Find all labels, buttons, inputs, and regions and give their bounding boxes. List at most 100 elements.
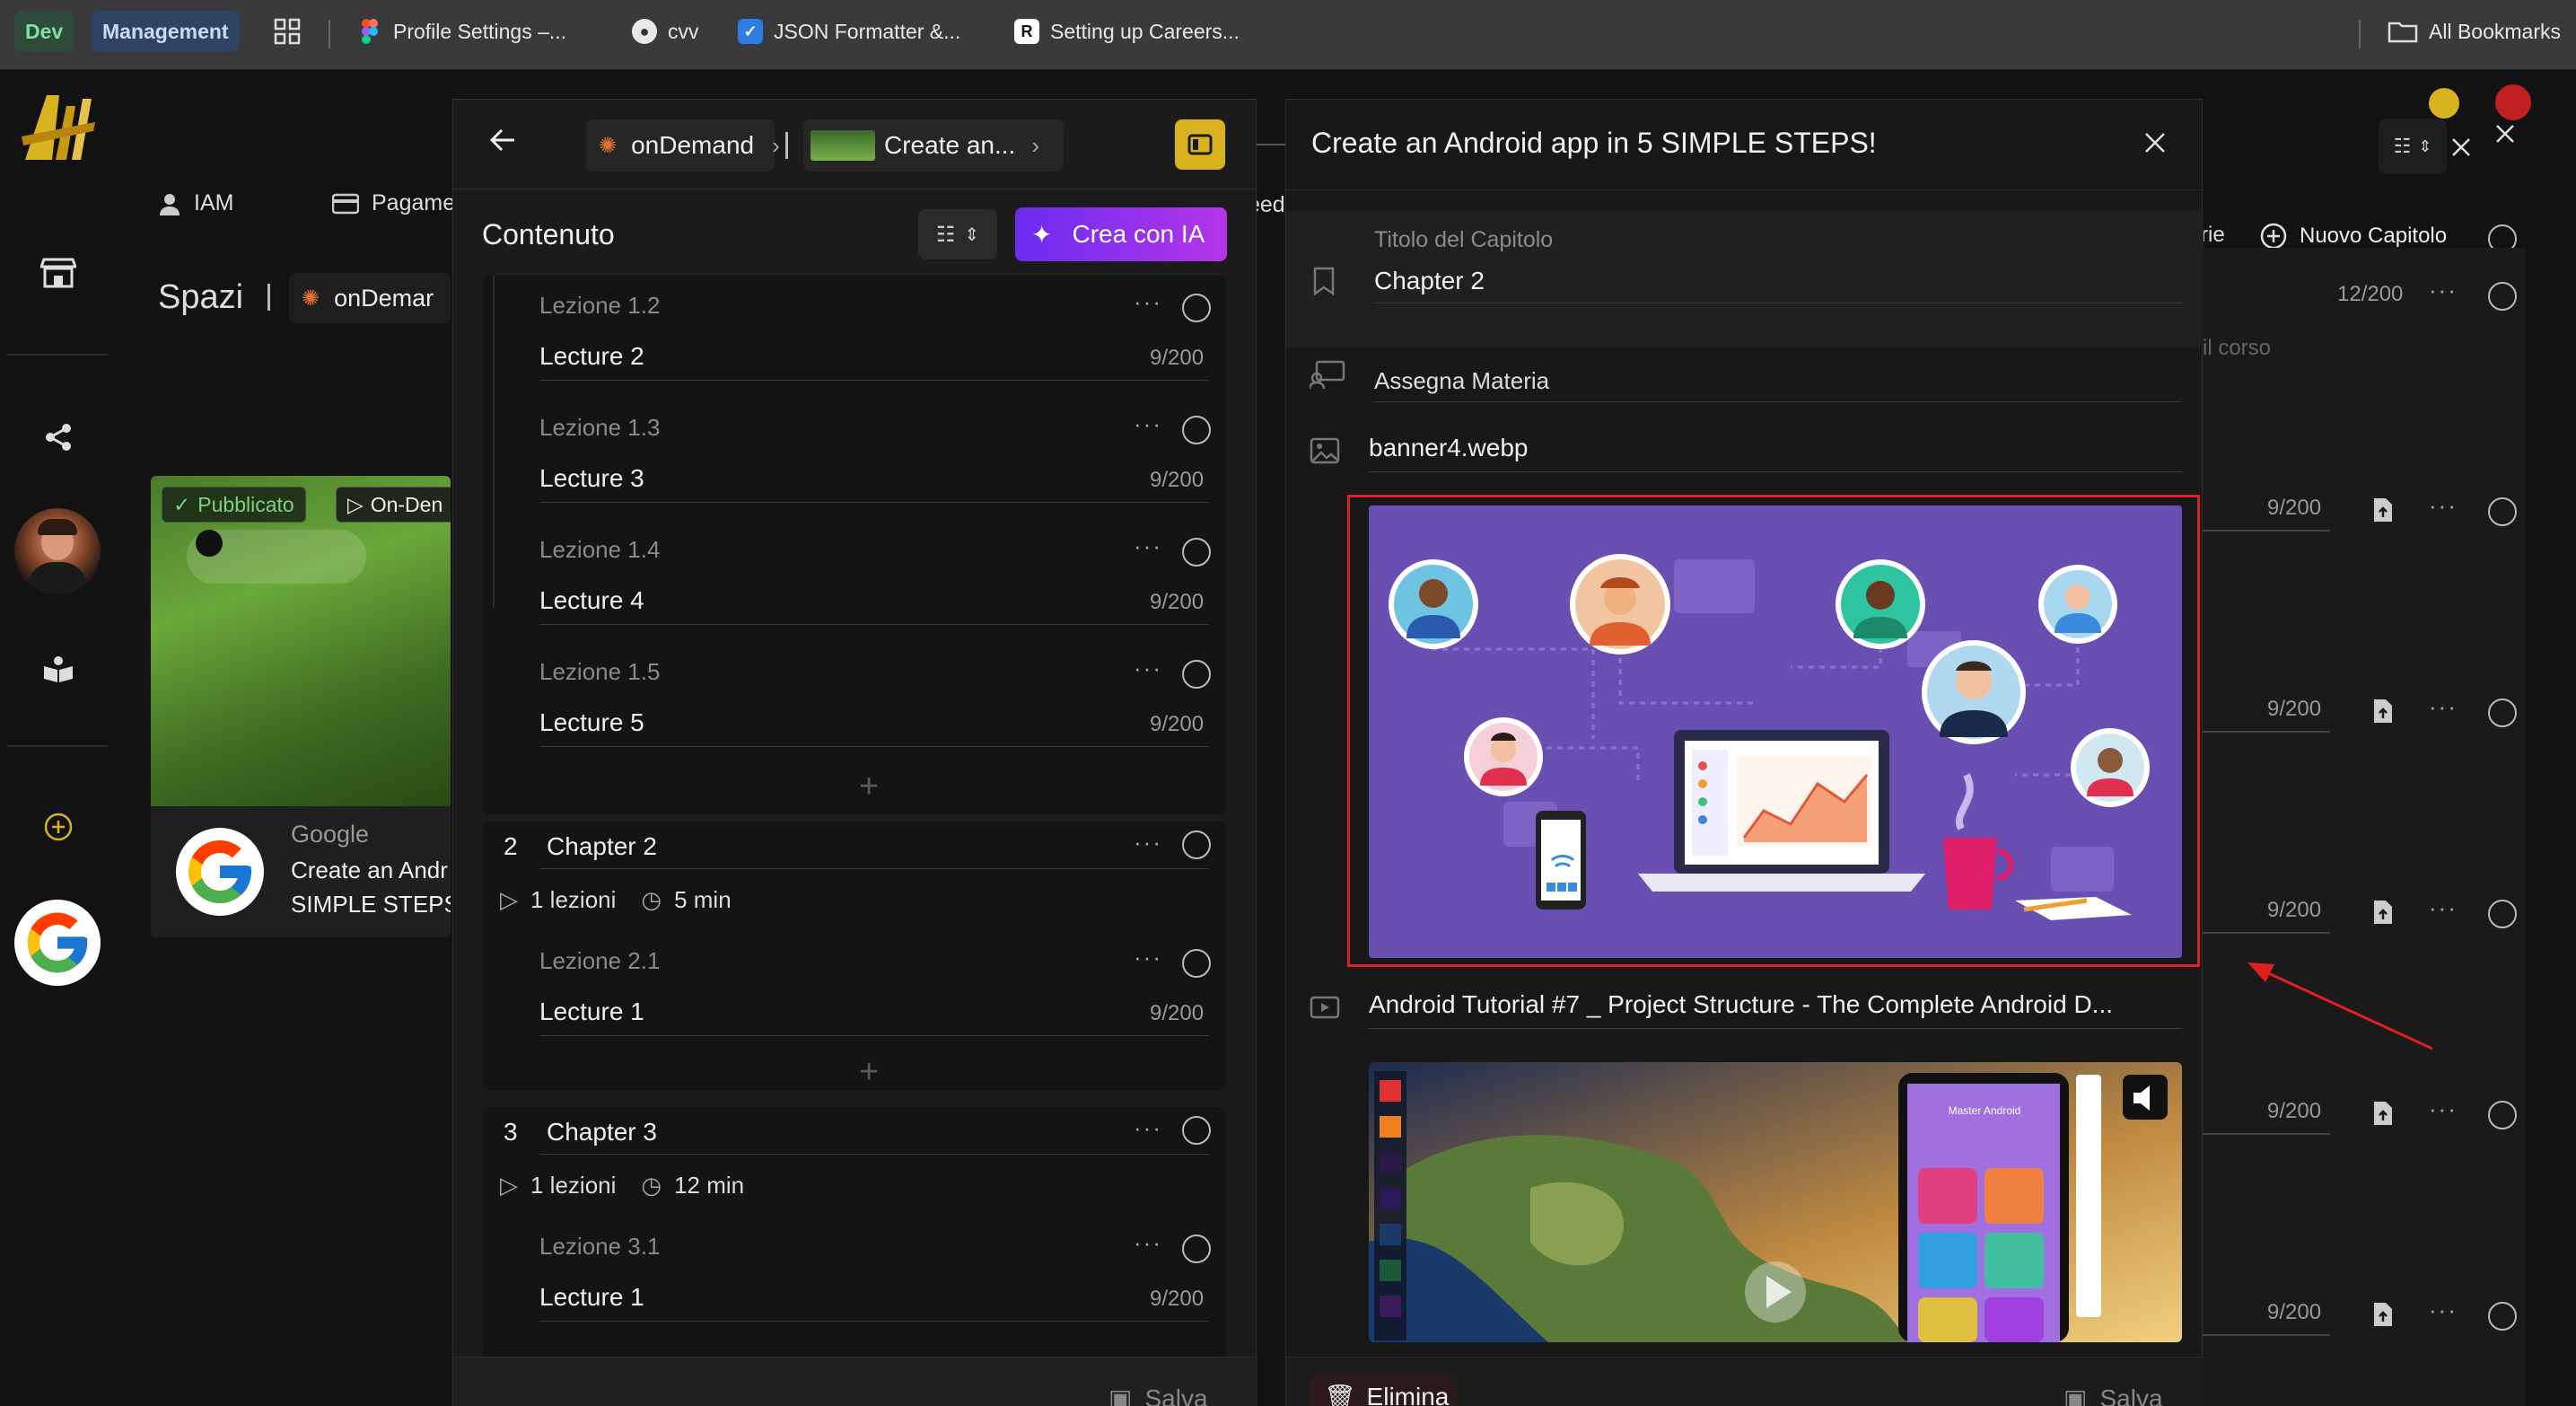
more-icon[interactable]: ··· — [2429, 693, 2458, 721]
close-icon[interactable] — [2495, 124, 2515, 148]
breadcrumb-course[interactable]: Create an... › — [803, 119, 1064, 171]
list-tree-icon: ☷ — [935, 222, 956, 247]
chapter-meta: ▷ 1 lezioni ◷ 5 min — [500, 886, 732, 914]
app-logo[interactable] — [16, 83, 99, 169]
file-upload-icon[interactable] — [2373, 1302, 2393, 1331]
banner-image[interactable] — [1369, 505, 2182, 958]
floppy-disk-icon: ▣ — [2063, 1384, 2088, 1406]
all-bookmarks[interactable]: All Bookmarks — [2388, 11, 2561, 52]
file-upload-icon[interactable] — [2373, 1101, 2393, 1130]
video-player[interactable]: Master Android — [1369, 1062, 2182, 1342]
more-icon[interactable]: ··· — [1134, 1229, 1162, 1257]
lesson-underline — [539, 1321, 1209, 1322]
apps-grid-icon[interactable] — [273, 11, 302, 52]
more-icon[interactable]: ··· — [2429, 1095, 2458, 1123]
lesson-title[interactable]: Lecture 5 — [539, 708, 644, 737]
breadcrumb-ondemand[interactable]: ✺ onDemand › — [586, 119, 780, 171]
tab-iam[interactable]: IAM — [158, 190, 233, 216]
more-icon[interactable]: ··· — [1134, 532, 1162, 560]
save-label: Salva — [1144, 1384, 1208, 1406]
play-circle-icon: ▷ — [347, 492, 364, 516]
more-icon[interactable]: ··· — [2429, 1296, 2458, 1324]
file-upload-icon[interactable] — [2373, 497, 2393, 527]
select-radio[interactable] — [2488, 282, 2517, 311]
sidebar-toggle-icon[interactable] — [1175, 119, 1225, 170]
lesson-select-radio[interactable] — [1182, 949, 1211, 978]
sort-toggle[interactable]: ☷ ⇕ — [918, 209, 997, 259]
lesson-title[interactable]: Lecture 2 — [539, 342, 644, 371]
select-radio[interactable] — [2488, 1302, 2517, 1331]
chapter-meta: ▷ 1 lezioni ◷ 12 min — [500, 1172, 744, 1199]
lesson-title[interactable]: Lecture 3 — [539, 464, 644, 493]
bookmark-folder-management[interactable]: Management — [92, 11, 240, 52]
google-space-avatar[interactable] — [14, 900, 101, 986]
back-arrow-icon[interactable] — [489, 128, 516, 156]
delete-button[interactable]: 🗑 Elimina — [1310, 1375, 1457, 1406]
chapter-title[interactable]: Chapter 3 — [547, 1118, 657, 1147]
avatar-2 — [1570, 554, 1670, 655]
select-radio[interactable] — [2488, 1101, 2517, 1129]
lesson-select-radio[interactable] — [1182, 416, 1211, 444]
avatar-1 — [1389, 559, 1478, 649]
file-upload-icon[interactable] — [2373, 699, 2393, 728]
tab-pagamenti[interactable]: Pagame — [332, 190, 455, 216]
user-avatar[interactable] — [14, 508, 101, 594]
bookmark-careers[interactable]: R Setting up Careers... — [1014, 11, 1240, 52]
more-icon[interactable]: ··· — [1134, 1114, 1162, 1142]
chapter-title-label: Titolo del Capitolo — [1374, 227, 1554, 252]
more-icon[interactable]: ··· — [2429, 277, 2458, 304]
select-radio[interactable] — [2488, 497, 2517, 526]
lesson-title[interactable]: Lecture 4 — [539, 586, 644, 615]
add-space-icon[interactable] — [36, 804, 81, 849]
more-icon[interactable]: ··· — [1134, 410, 1162, 438]
breadcrumb-label: Create an... — [884, 131, 1016, 159]
book-icon[interactable] — [36, 646, 81, 691]
lesson-title[interactable]: Lecture 1 — [539, 1283, 644, 1312]
lesson-title[interactable]: Lecture 1 — [539, 997, 644, 1026]
share-network-icon[interactable] — [36, 415, 81, 460]
lesson-select-radio[interactable] — [1182, 294, 1211, 322]
select-radio[interactable] — [2488, 699, 2517, 727]
input-underline — [1369, 471, 2182, 472]
chapter-title[interactable]: Chapter 2 — [547, 832, 657, 861]
banner-filename[interactable]: banner4.webp — [1369, 434, 1528, 462]
course-card[interactable]: ✓ Pubblicato ▷ On-Den Google Create an A… — [151, 476, 451, 937]
assign-subject-field[interactable]: Assegna Materia — [1374, 367, 1549, 395]
sort-toggle-background[interactable]: ☷ ⇕ — [2379, 119, 2447, 174]
chapter-title-input[interactable]: Chapter 2 — [1374, 267, 1485, 295]
close-icon[interactable] — [2144, 132, 2166, 158]
more-icon[interactable]: ··· — [1134, 829, 1162, 857]
save-button[interactable]: ▣ Salva — [1108, 1384, 1208, 1406]
chapter-select-radio[interactable] — [1182, 1116, 1211, 1145]
bookmark-icon — [1313, 267, 1335, 300]
bookmark-cvv[interactable]: ● cvv — [632, 11, 699, 52]
video-title[interactable]: Android Tutorial #7 _ Project Structure … — [1369, 990, 2113, 1019]
profile-badge-icon[interactable] — [2495, 84, 2531, 120]
bookmark-folder-dev[interactable]: Dev — [14, 11, 74, 52]
bookmark-profile-settings[interactable]: Profile Settings –... — [357, 11, 566, 52]
chapter-underline — [539, 868, 1209, 869]
right-tab-partial[interactable]: rie — [2201, 223, 2225, 248]
new-chapter-button[interactable]: Nuovo Capitolo — [2260, 223, 2447, 250]
select-radio[interactable] — [2488, 900, 2517, 928]
save-button[interactable]: ▣ Salva — [2063, 1384, 2163, 1406]
lesson-select-radio[interactable] — [1182, 538, 1211, 567]
more-icon[interactable]: ··· — [2429, 492, 2458, 520]
lesson-select-radio[interactable] — [1182, 1235, 1211, 1263]
more-icon[interactable]: ··· — [1134, 944, 1162, 971]
store-icon[interactable] — [36, 250, 81, 294]
trash-icon: 🗑 — [1324, 1383, 1356, 1406]
bookmark-json-formatter[interactable]: ✓ JSON Formatter &... — [738, 11, 960, 52]
file-upload-icon[interactable] — [2373, 900, 2393, 929]
notification-icon[interactable] — [2429, 88, 2459, 119]
more-icon[interactable]: ··· — [1134, 655, 1162, 682]
create-with-ai-button[interactable]: ✦ Crea con IA — [1015, 207, 1227, 261]
new-chapter-label: Nuovo Capitolo — [2300, 224, 2448, 248]
add-lesson-icon[interactable]: + — [859, 1053, 879, 1092]
spazi-breadcrumb[interactable]: ✺ onDemar — [289, 273, 451, 323]
add-lesson-icon[interactable]: + — [859, 768, 879, 806]
more-icon[interactable]: ··· — [2429, 894, 2458, 922]
chapter-select-radio[interactable] — [1182, 830, 1211, 859]
more-icon[interactable]: ··· — [1134, 288, 1162, 316]
lesson-select-radio[interactable] — [1182, 660, 1211, 689]
